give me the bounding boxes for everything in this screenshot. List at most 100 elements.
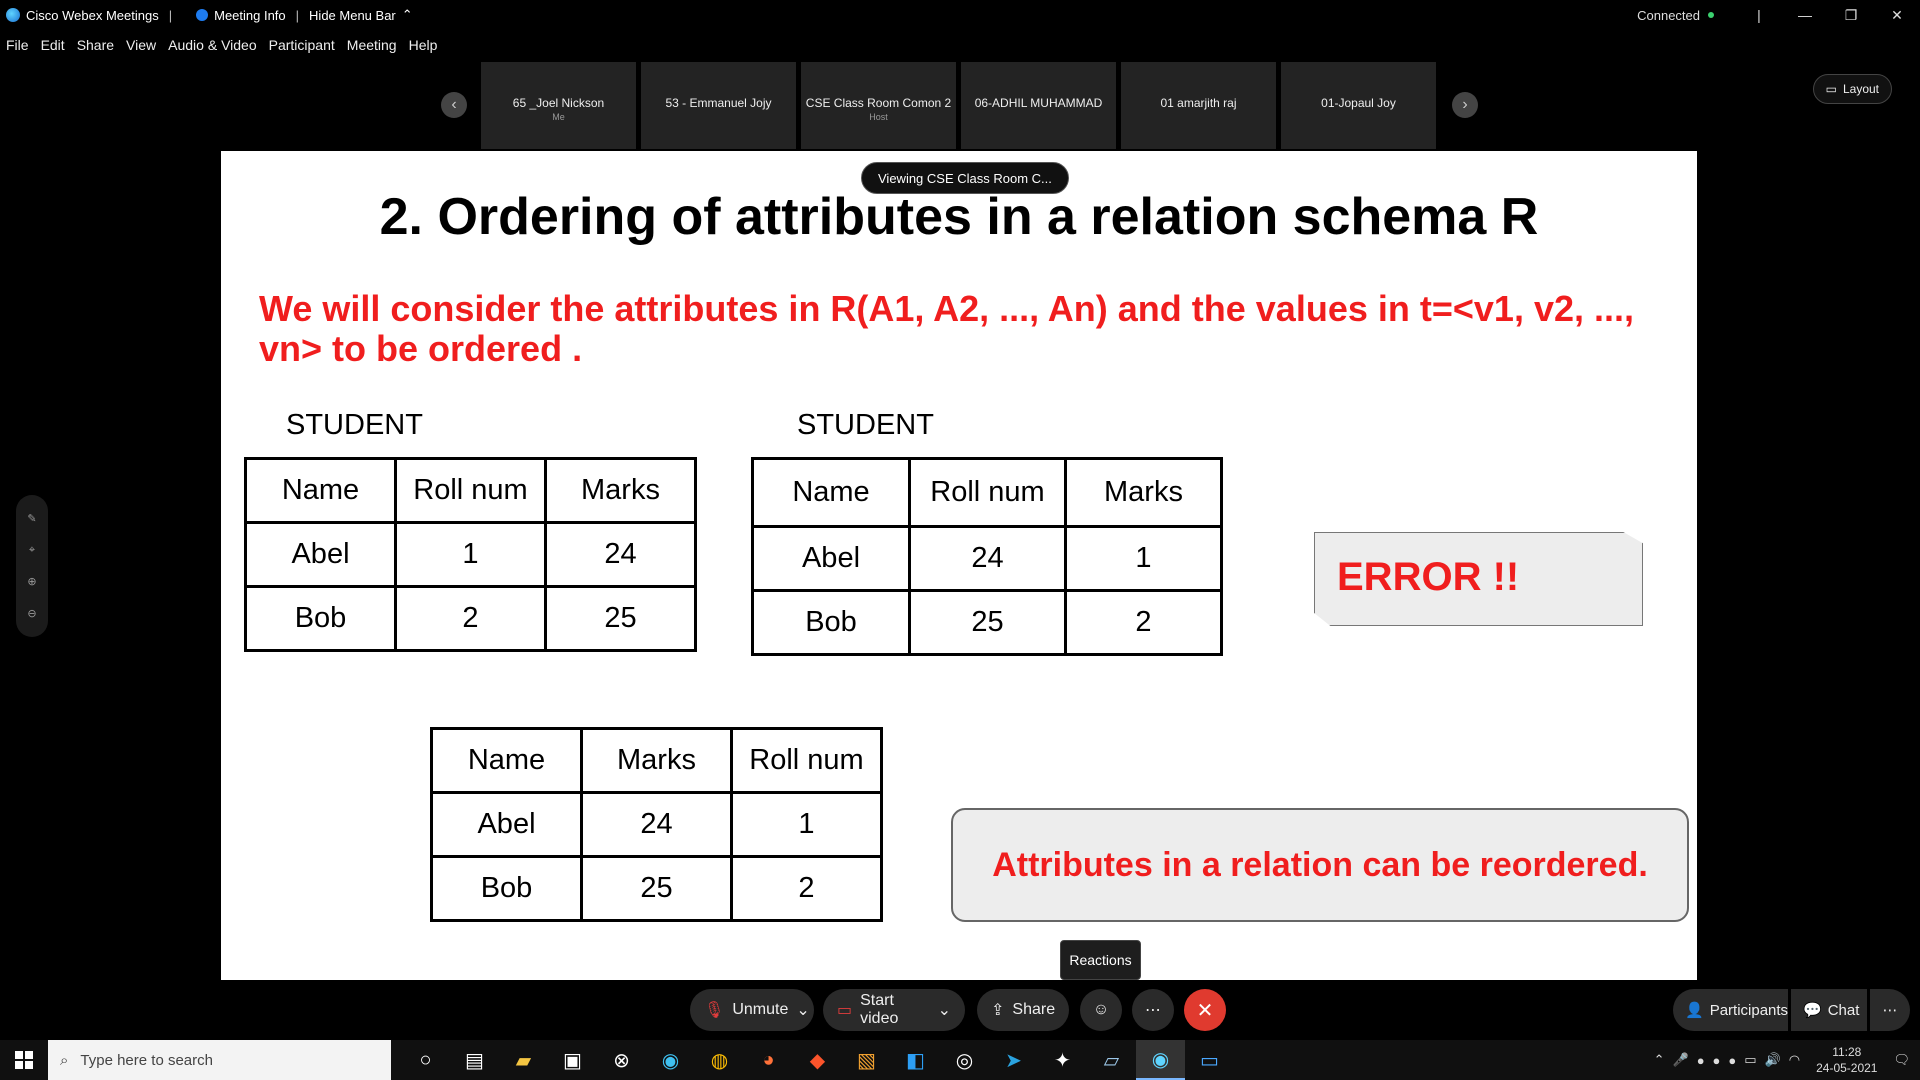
table-cell: 1 bbox=[394, 521, 547, 588]
tray-app-icon[interactable]: ● bbox=[1697, 1053, 1705, 1068]
tray-app-icon[interactable]: ● bbox=[1728, 1053, 1736, 1068]
chat-button[interactable]: 💬 Chat bbox=[1791, 989, 1867, 1031]
slide-description: We will consider the attributes in R(A1,… bbox=[259, 288, 1634, 369]
webex-logo-icon bbox=[6, 8, 20, 22]
notifications-icon[interactable]: 🗨 bbox=[1893, 1052, 1910, 1068]
menu-participant[interactable]: Participant bbox=[269, 37, 335, 53]
more-panels-button[interactable]: ⋯ bbox=[1870, 989, 1910, 1031]
chevron-down-icon[interactable]: ⌄ bbox=[796, 1000, 809, 1020]
menu-meeting[interactable]: Meeting bbox=[347, 37, 397, 53]
table-header-cell: Name bbox=[244, 457, 397, 524]
menu-file[interactable]: File bbox=[6, 37, 29, 53]
clock[interactable]: 11:28 24-05-2021 bbox=[1816, 1044, 1877, 1076]
student-table-1: Name Roll num Marks Abel 1 24 Bob 2 25 bbox=[244, 457, 697, 652]
app-icon[interactable]: ✦ bbox=[1038, 1040, 1087, 1080]
store-icon[interactable]: ▣ bbox=[548, 1040, 597, 1080]
tray-app-icon[interactable]: ● bbox=[1713, 1053, 1721, 1068]
close-icon[interactable]: ✕ bbox=[1874, 0, 1920, 30]
participant-strip: ‹ 65 _Joel Nickson Me 53 - Emmanuel Jojy… bbox=[0, 62, 1920, 150]
slide-title: 2. Ordering of attributes in a relation … bbox=[379, 188, 1539, 246]
annotate-pen-icon[interactable]: ✎ bbox=[27, 512, 36, 525]
taskbar-search[interactable]: ⌕ Type here to search bbox=[48, 1040, 391, 1080]
participant-tile[interactable]: 53 - Emmanuel Jojy bbox=[641, 62, 796, 149]
table-cell: 24 bbox=[580, 791, 733, 858]
participant-tile[interactable]: 01 amarjith raj bbox=[1121, 62, 1276, 149]
reactions-button[interactable]: ☺ bbox=[1080, 989, 1122, 1031]
sublime-icon[interactable]: ▧ bbox=[842, 1040, 891, 1080]
participant-tile[interactable]: CSE Class Room Comon 2 Host bbox=[801, 62, 956, 149]
menu-view[interactable]: View bbox=[126, 37, 156, 53]
zoom-in-icon[interactable]: ⊕ bbox=[27, 575, 36, 588]
participants-label: Participants bbox=[1709, 1001, 1789, 1019]
table-header-cell: Name bbox=[751, 457, 911, 528]
restore-icon[interactable]: ❐ bbox=[1828, 0, 1874, 30]
table-cell: Abel bbox=[430, 791, 583, 858]
file-explorer-icon[interactable]: ▰ bbox=[499, 1040, 548, 1080]
table-cell: Bob bbox=[751, 589, 911, 656]
start-video-button[interactable]: ▭ Start video ⌄ bbox=[823, 989, 965, 1031]
chevron-right-icon[interactable]: › bbox=[1452, 92, 1478, 118]
table-cell: Bob bbox=[430, 855, 583, 922]
table-cell: 25 bbox=[544, 585, 697, 652]
webex-taskbar-icon[interactable]: ◉ bbox=[1136, 1040, 1185, 1080]
layout-button[interactable]: ▭ Layout bbox=[1812, 74, 1892, 104]
volume-icon[interactable]: 🔊 bbox=[1765, 1052, 1781, 1068]
chat-label: Chat bbox=[1827, 1001, 1860, 1019]
menu-share[interactable]: Share bbox=[77, 37, 114, 53]
menu-help[interactable]: Help bbox=[409, 37, 438, 53]
notepad-icon[interactable]: ▱ bbox=[1087, 1040, 1136, 1080]
leave-meeting-button[interactable]: ✕ bbox=[1184, 989, 1226, 1031]
share-button[interactable]: ⇪ Share bbox=[977, 989, 1069, 1031]
participant-tile[interactable]: 65 _Joel Nickson Me bbox=[481, 62, 636, 149]
table-cell: 2 bbox=[1064, 589, 1223, 656]
hide-menu-bar-button[interactable]: Hide Menu Bar bbox=[309, 8, 396, 23]
title-separator: | bbox=[168, 7, 173, 23]
participant-tile[interactable]: 01-Jopaul Joy bbox=[1281, 62, 1436, 149]
telegram-icon[interactable]: ➤ bbox=[989, 1040, 1038, 1080]
participant-name: 65 _Joel Nickson bbox=[512, 96, 605, 110]
chevron-up-icon[interactable]: ⌃ bbox=[1654, 1052, 1665, 1068]
layout-label: Layout bbox=[1842, 82, 1879, 96]
menu-audio-video[interactable]: Audio & Video bbox=[168, 37, 256, 53]
zoom-out-icon[interactable]: ⊖ bbox=[27, 607, 36, 620]
more-options-button[interactable]: ⋯ bbox=[1132, 989, 1174, 1031]
chevron-left-icon[interactable]: ‹ bbox=[441, 92, 467, 118]
edge-icon[interactable]: ◉ bbox=[646, 1040, 695, 1080]
menu-edit[interactable]: Edit bbox=[41, 37, 65, 53]
participants-button[interactable]: 👤 Participants bbox=[1673, 989, 1788, 1031]
table-cell: 25 bbox=[580, 855, 733, 922]
chrome-icon[interactable]: ◍ bbox=[695, 1040, 744, 1080]
participant-tile[interactable]: 06-ADHIL MUHAMMAD bbox=[961, 62, 1116, 149]
table-header-cell: Name bbox=[430, 727, 583, 794]
table2-caption: STUDENT bbox=[797, 409, 934, 441]
start-button[interactable] bbox=[0, 1040, 48, 1080]
shared-slide: 2. Ordering of attributes in a relation … bbox=[221, 151, 1697, 980]
unmute-button[interactable]: 🎙 Unmute ⌄ bbox=[690, 989, 814, 1031]
title-bar: Cisco Webex Meetings | Meeting Info | Hi… bbox=[0, 0, 1920, 30]
microphone-icon[interactable]: 🎤 bbox=[1673, 1052, 1689, 1068]
pointer-icon[interactable]: ⌖ bbox=[29, 544, 35, 557]
meeting-info-icon[interactable] bbox=[196, 9, 209, 21]
share-label: Share bbox=[1012, 1001, 1056, 1018]
window-icon[interactable]: ▭ bbox=[1185, 1040, 1234, 1080]
vscode-icon[interactable]: ◧ bbox=[891, 1040, 940, 1080]
battery-icon[interactable]: ▭ bbox=[1744, 1052, 1756, 1068]
system-tray: ⌃ 🎤 ● ● ● ▭ 🔊 ◠ 11:28 24-05-2021 🗨 bbox=[1654, 1040, 1920, 1080]
participant-name: 53 - Emmanuel Jojy bbox=[665, 96, 772, 110]
obs-icon[interactable]: ◎ bbox=[940, 1040, 989, 1080]
xbox-icon[interactable]: ⊗ bbox=[597, 1040, 646, 1080]
chevron-up-icon[interactable]: ⌃ bbox=[402, 7, 413, 23]
chevron-down-icon[interactable]: ⌄ bbox=[938, 1000, 951, 1020]
pin-icon[interactable]: | bbox=[1736, 0, 1782, 30]
minimize-icon[interactable]: — bbox=[1782, 0, 1828, 30]
wifi-icon[interactable]: ◠ bbox=[1789, 1052, 1800, 1068]
cortana-icon[interactable]: ○ bbox=[401, 1040, 450, 1080]
start-video-label: Start video bbox=[860, 992, 899, 1027]
table-header-cell: Roll num bbox=[908, 457, 1067, 528]
participants-icon: 👤 bbox=[1685, 1002, 1704, 1019]
meeting-info-button[interactable]: Meeting Info bbox=[214, 8, 286, 23]
brave-icon[interactable]: ◆ bbox=[793, 1040, 842, 1080]
firefox-icon[interactable]: ◕ bbox=[744, 1040, 793, 1080]
viewing-indicator[interactable]: Viewing CSE Class Room C... bbox=[861, 162, 1069, 194]
task-view-icon[interactable]: ▤ bbox=[450, 1040, 499, 1080]
